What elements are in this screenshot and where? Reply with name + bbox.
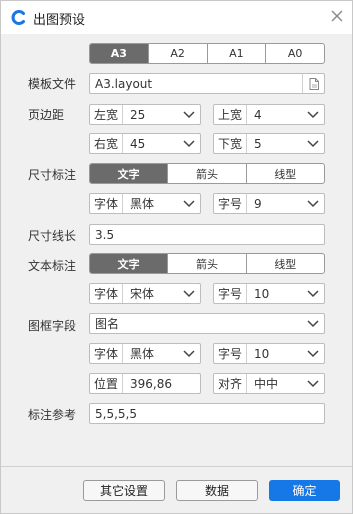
text-font-select[interactable]: 字体 宋体 [89, 283, 201, 304]
paper-size-selector: A3 A2 A1 A0 [89, 43, 325, 64]
margin-left-prefix: 左宽 [90, 105, 124, 124]
margins-label: 页边距 [28, 108, 65, 122]
chevron-down-icon [307, 320, 319, 328]
annotation-ref-input[interactable]: 5,5,5,5 [89, 403, 325, 424]
text-mode-linetype-button[interactable]: 线型 [247, 254, 324, 273]
data-button[interactable]: 数据 [176, 480, 258, 501]
frame-font-select[interactable]: 字体 黑体 [89, 343, 201, 364]
dim-font-value: 黑体 [130, 197, 155, 211]
frame-align-select[interactable]: 对齐 中中 [213, 373, 325, 394]
chevron-down-icon [307, 290, 319, 298]
margin-left-select[interactable]: 左宽 25 [89, 104, 201, 125]
dim-line-length-input[interactable]: 3.5 [89, 224, 325, 245]
text-mode-arrow-button[interactable]: 箭头 [168, 254, 247, 273]
browse-file-icon[interactable] [302, 74, 324, 93]
dim-mode-arrow-button[interactable]: 箭头 [168, 164, 247, 183]
margin-left-value: 25 [130, 107, 146, 122]
frame-position-value: 396,86 [130, 376, 172, 391]
text-size-value: 10 [254, 286, 270, 301]
dim-annotation-mode-selector: 文字 箭头 线型 [89, 163, 325, 184]
dim-mode-text-button[interactable]: 文字 [90, 164, 169, 183]
ok-button[interactable]: 确定 [269, 480, 340, 501]
chevron-down-icon [307, 350, 319, 358]
margin-top-prefix: 上宽 [214, 105, 248, 124]
paper-a3-button[interactable]: A3 [90, 44, 149, 63]
app-logo-icon [11, 10, 25, 25]
dim-size-prefix: 字号 [214, 194, 248, 213]
margin-right-prefix: 右宽 [90, 134, 124, 153]
margin-top-select[interactable]: 上宽 4 [213, 104, 325, 125]
text-size-select[interactable]: 字号 10 [213, 283, 325, 304]
frame-size-select[interactable]: 字号 10 [213, 343, 325, 364]
dialog-title: 出图预设 [33, 13, 86, 28]
margin-bottom-value: 5 [254, 136, 262, 151]
frame-size-prefix: 字号 [214, 344, 248, 363]
frame-position-prefix: 位置 [90, 374, 124, 393]
dim-annotation-label: 尺寸标注 [28, 168, 77, 182]
other-settings-button[interactable]: 其它设置 [83, 480, 165, 501]
margin-bottom-prefix: 下宽 [214, 134, 248, 153]
dim-size-value: 9 [254, 196, 262, 211]
chevron-down-icon [307, 200, 319, 208]
paper-a0-button[interactable]: A0 [266, 44, 324, 63]
annotation-ref-label: 标注参考 [28, 408, 77, 422]
text-mode-text-button[interactable]: 文字 [90, 254, 169, 273]
chevron-down-icon [183, 111, 195, 119]
annotation-ref-value: 5,5,5,5 [95, 406, 137, 421]
chevron-down-icon [307, 111, 319, 119]
dim-line-length-label: 尺寸线长 [28, 229, 77, 243]
frame-position-input[interactable]: 位置 396,86 [89, 373, 201, 394]
margin-right-value: 45 [130, 136, 146, 151]
footer-divider [1, 466, 352, 467]
paper-a2-button[interactable]: A2 [149, 44, 208, 63]
margin-right-select[interactable]: 右宽 45 [89, 133, 201, 154]
template-field[interactable]: A3.layout [89, 73, 325, 94]
chevron-down-icon [183, 350, 195, 358]
text-annotation-mode-selector: 文字 箭头 线型 [89, 253, 325, 274]
frame-size-value: 10 [254, 346, 270, 361]
frame-align-prefix: 对齐 [214, 374, 248, 393]
close-icon[interactable] [328, 7, 346, 25]
dim-font-prefix: 字体 [90, 194, 124, 213]
chevron-down-icon [183, 290, 195, 298]
chevron-down-icon [183, 140, 195, 148]
dim-font-select[interactable]: 字体 黑体 [89, 193, 201, 214]
chevron-down-icon [307, 140, 319, 148]
text-size-prefix: 字号 [214, 284, 248, 303]
frame-field-label: 图框字段 [28, 319, 77, 333]
text-font-value: 宋体 [130, 287, 155, 301]
chevron-down-icon [183, 200, 195, 208]
dim-mode-linetype-button[interactable]: 线型 [247, 164, 324, 183]
template-label: 模板文件 [28, 77, 77, 91]
template-value: A3.layout [95, 76, 153, 91]
text-font-prefix: 字体 [90, 284, 124, 303]
frame-font-prefix: 字体 [90, 344, 124, 363]
preset-dialog: 出图预设 A3 A2 A1 A0 模板文件 A3.layout 页边距 左宽 2… [0, 0, 353, 514]
margin-top-value: 4 [254, 107, 262, 122]
margin-bottom-select[interactable]: 下宽 5 [213, 133, 325, 154]
frame-font-value: 黑体 [130, 347, 155, 361]
dim-size-select[interactable]: 字号 9 [213, 193, 325, 214]
paper-a1-button[interactable]: A1 [208, 44, 267, 63]
frame-field-select[interactable]: 图名 [89, 313, 325, 334]
frame-align-value: 中中 [254, 377, 279, 391]
title-bar: 出图预设 [1, 1, 352, 34]
dim-line-length-value: 3.5 [95, 227, 115, 242]
frame-field-value: 图名 [95, 317, 120, 331]
chevron-down-icon [307, 380, 319, 388]
text-annotation-label: 文本标注 [28, 259, 77, 273]
